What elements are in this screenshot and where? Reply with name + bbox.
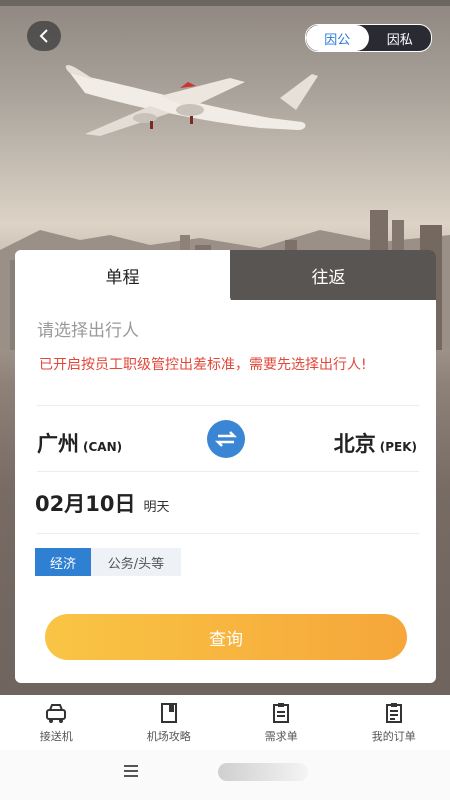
search-button[interactable]: 查询 (45, 614, 407, 660)
airplane-image (40, 58, 330, 153)
watermark (218, 763, 308, 781)
chevron-left-icon (39, 29, 48, 43)
date-relative: 明天 (143, 500, 170, 515)
nav-item-my-orders[interactable]: 我的订单 (338, 695, 450, 750)
nav-item-requests[interactable]: 需求单 (225, 695, 338, 750)
business-private-switch[interactable]: 因公 因私 (305, 24, 432, 52)
destination-city-name: 北京 (333, 432, 376, 456)
origin-city-code: (CAN) (83, 440, 123, 454)
policy-warning: 已开启按员工职级管控出差标准，需要先选择出行人! (39, 357, 367, 373)
swap-icon (214, 431, 238, 447)
destination-city[interactable]: 北京 (PEK) (334, 428, 417, 458)
tab-one-way[interactable]: 单程 (15, 250, 230, 300)
nav-label: 机场攻略 (146, 729, 191, 743)
bottom-nav: 接送机 机场攻略 需求单 我的订单 (0, 695, 450, 750)
divider (37, 533, 419, 534)
route-row: 广州 (CAN) 北京 (PEK) (37, 420, 417, 460)
divider (37, 405, 419, 406)
origin-city[interactable]: 广州 (CAN) (37, 428, 122, 458)
nav-label: 需求单 (264, 729, 298, 743)
switch-private[interactable]: 因私 (369, 25, 432, 51)
switch-business[interactable]: 因公 (306, 25, 369, 51)
nav-label: 我的订单 (371, 729, 416, 743)
destination-city-code: (PEK) (379, 440, 417, 454)
book-icon (160, 702, 177, 723)
status-bar (0, 0, 450, 6)
nav-item-pickup[interactable]: 接送机 (0, 695, 113, 750)
nav-label: 接送机 (39, 729, 73, 743)
origin-city-name: 广州 (37, 432, 79, 456)
cabin-economy[interactable]: 经济 (35, 548, 91, 576)
booking-card: 往返 单程 请选择出行人 已开启按员工职级管控出差标准，需要先选择出行人! 广州… (15, 250, 436, 683)
departure-date[interactable]: 02月10日 明天 (35, 488, 169, 518)
nav-item-airport-guide[interactable]: 机场攻略 (113, 695, 226, 750)
car-icon (46, 703, 67, 723)
menu-icon[interactable] (124, 765, 138, 777)
swap-cities-button[interactable] (207, 420, 245, 458)
clipboard-icon (273, 702, 290, 723)
order-icon (385, 702, 402, 723)
divider (37, 471, 419, 472)
date-value: 02月10日 (35, 492, 136, 516)
cabin-class-selector: 经济 公务/头等 (35, 548, 181, 576)
cabin-business-first[interactable]: 公务/头等 (91, 548, 181, 576)
traveler-select[interactable]: 请选择出行人 (37, 316, 139, 341)
trip-type-tabs: 往返 单程 (15, 250, 436, 300)
back-button[interactable] (27, 21, 61, 51)
tab-round-trip[interactable]: 往返 (221, 250, 436, 300)
